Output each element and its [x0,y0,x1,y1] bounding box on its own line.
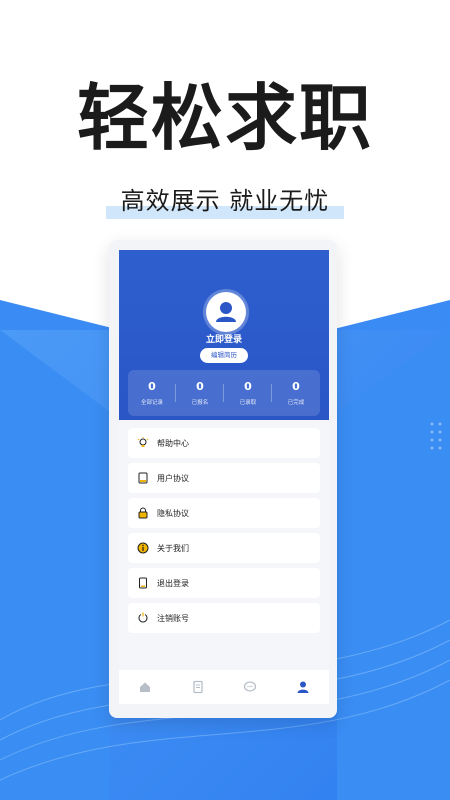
tab-messages[interactable] [243,680,257,694]
stat-all-records[interactable]: 0 全部记录 [128,370,176,416]
stat-label: 已完成 [287,400,305,406]
chat-icon [244,681,257,692]
stat-value: 0 [292,380,300,393]
menu-item-user-agreement[interactable]: 用户协议 [128,463,320,493]
stat-signed-up[interactable]: 0 已报名 [176,370,224,416]
menu-item-label: 退出登录 [157,578,189,588]
document-icon [137,472,149,484]
book-icon [193,680,203,694]
menu-item-privacy-policy[interactable]: 隐私协议 [128,498,320,528]
menu-item-label: 注销账号 [157,613,189,623]
login-link[interactable]: 立即登录 [119,332,329,345]
user-icon [216,302,236,322]
power-icon [137,612,149,624]
app-screen: 立即登录 编辑简历 0 全部记录 0 已报名 0 已录取 0 已完成 帮助中心 … [119,250,329,704]
menu-item-label: 隐私协议 [157,508,189,518]
menu-item-logout[interactable]: 退出登录 [128,568,320,598]
stat-value: 0 [196,380,204,393]
lock-icon [137,507,149,519]
menu-item-label: 关于我们 [157,543,189,553]
stats-panel: 0 全部记录 0 已报名 0 已录取 0 已完成 [128,370,320,416]
home-icon [140,682,151,692]
stat-hired[interactable]: 0 已录取 [224,370,272,416]
edit-resume-button[interactable]: 编辑简历 [200,348,248,363]
stat-label: 已录取 [239,400,257,406]
logout-icon [137,577,149,589]
info-icon [137,542,149,554]
avatar[interactable] [206,292,246,332]
stat-value: 0 [148,380,156,393]
menu-item-help-center[interactable]: 帮助中心 [128,428,320,458]
tab-home[interactable] [138,680,152,694]
stat-completed[interactable]: 0 已完成 [272,370,320,416]
lightbulb-icon [137,437,149,449]
stat-label: 已报名 [191,400,209,406]
user-icon [297,681,309,693]
tab-profile[interactable] [296,680,310,694]
phone-mockup: 立即登录 编辑简历 0 全部记录 0 已报名 0 已录取 0 已完成 帮助中心 … [109,240,337,718]
promo-headline: 轻松求职 [76,76,373,160]
stat-value: 0 [244,380,252,393]
menu-item-delete-account[interactable]: 注销账号 [128,603,320,633]
menu-item-label: 用户协议 [157,473,189,483]
promo-subline: 高效展示 就业无忧 [120,187,330,215]
stat-label: 全部记录 [140,400,163,406]
settings-menu: 帮助中心 用户协议 隐私协议 关于我们 退出登录 注销账号 [128,428,320,638]
menu-item-label: 帮助中心 [157,438,189,448]
profile-header: 立即登录 编辑简历 0 全部记录 0 已报名 0 已录取 0 已完成 [119,250,329,420]
bottom-tab-bar [119,670,329,704]
tab-resume[interactable] [191,680,205,694]
menu-item-about-us[interactable]: 关于我们 [128,533,320,563]
